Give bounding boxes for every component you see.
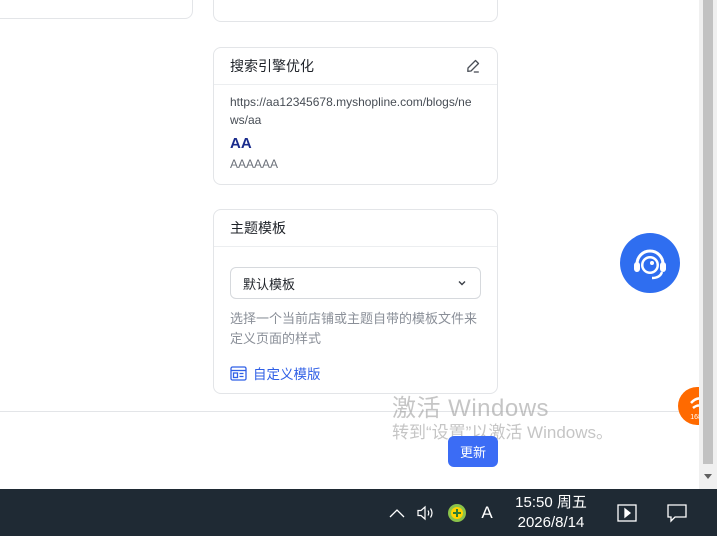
ali1688-icon: 1688 [690, 397, 699, 421]
notification-icon[interactable] [662, 489, 692, 536]
template-hint: 选择一个当前店铺或主题自带的模板文件来定义页面的样式 [230, 311, 478, 346]
layout-icon [230, 365, 247, 381]
svg-text:1688: 1688 [690, 414, 699, 421]
footer-divider [0, 411, 699, 412]
theme-card-title: 主题模板 [230, 220, 286, 236]
seo-url: https://aa12345678.myshopline.com/blogs/… [230, 95, 472, 127]
taskbar-clock[interactable]: 15:50 周五 2026/8/14 [508, 493, 594, 533]
taskbar-date: 2026/8/14 [517, 514, 585, 531]
media-player-icon[interactable] [613, 489, 641, 536]
template-select[interactable]: 默认模板 [230, 267, 481, 299]
custom-template-link[interactable]: 自定义模版 [230, 363, 481, 383]
vertical-scrollbar[interactable] [699, 0, 717, 489]
custom-template-label: 自定义模版 [253, 367, 321, 382]
theme-card-header: 主题模板 [214, 210, 497, 247]
content-area: 搜索引擎优化 https://aa12345678.myshopline.com… [0, 0, 699, 489]
seo-description: AAAAAA [230, 157, 279, 171]
update-button[interactable]: 更新 [448, 436, 498, 467]
input-method-indicator[interactable]: A [476, 489, 498, 536]
activation-watermark-text: 转到“设置”以激活 Windows。 [392, 423, 614, 442]
taskbar-time: 15:50 周五 [515, 494, 587, 511]
top-card-fragment [213, 0, 498, 22]
show-hidden-icons-icon[interactable] [386, 489, 408, 536]
seo-card-title: 搜索引擎优化 [230, 58, 314, 74]
scroll-down-arrow-icon[interactable] [703, 471, 713, 481]
seo-page-title: AA [230, 135, 252, 152]
ali1688-badge[interactable]: 1688 [678, 387, 699, 425]
seo-card: 搜索引擎优化 https://aa12345678.myshopline.com… [213, 47, 498, 185]
headset-icon [634, 249, 666, 280]
scrollbar-thumb[interactable] [703, 0, 713, 464]
security-app-icon[interactable] [446, 489, 468, 536]
edit-icon[interactable] [465, 58, 481, 74]
theme-template-card: 主题模板 默认模板 选择一个当前店铺或主题自带的模板文件来定义页面的样式 自定义… [213, 209, 498, 394]
volume-icon[interactable] [414, 489, 438, 536]
left-card-fragment [0, 0, 193, 19]
chevron-down-icon [458, 281, 466, 286]
seo-card-header: 搜索引擎优化 [214, 48, 497, 85]
customer-support-button[interactable] [620, 233, 680, 293]
taskbar: A 15:50 周五 2026/8/14 [0, 489, 717, 536]
template-select-value: 默认模板 [243, 276, 296, 292]
